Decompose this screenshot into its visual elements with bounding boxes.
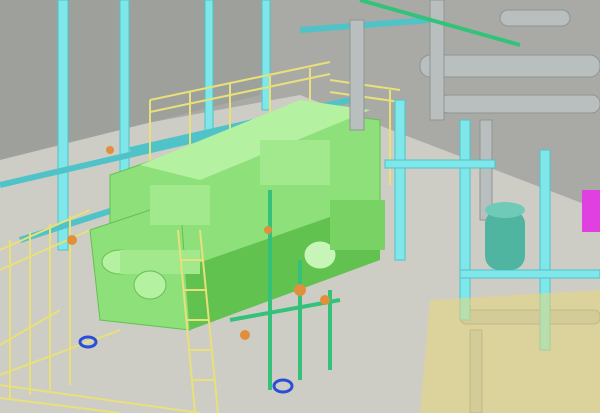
lower-right-platform [420,290,600,413]
teal-tank [485,202,525,270]
plant-3d-model-viewport[interactable] [0,0,600,413]
magenta-panel [582,190,600,232]
